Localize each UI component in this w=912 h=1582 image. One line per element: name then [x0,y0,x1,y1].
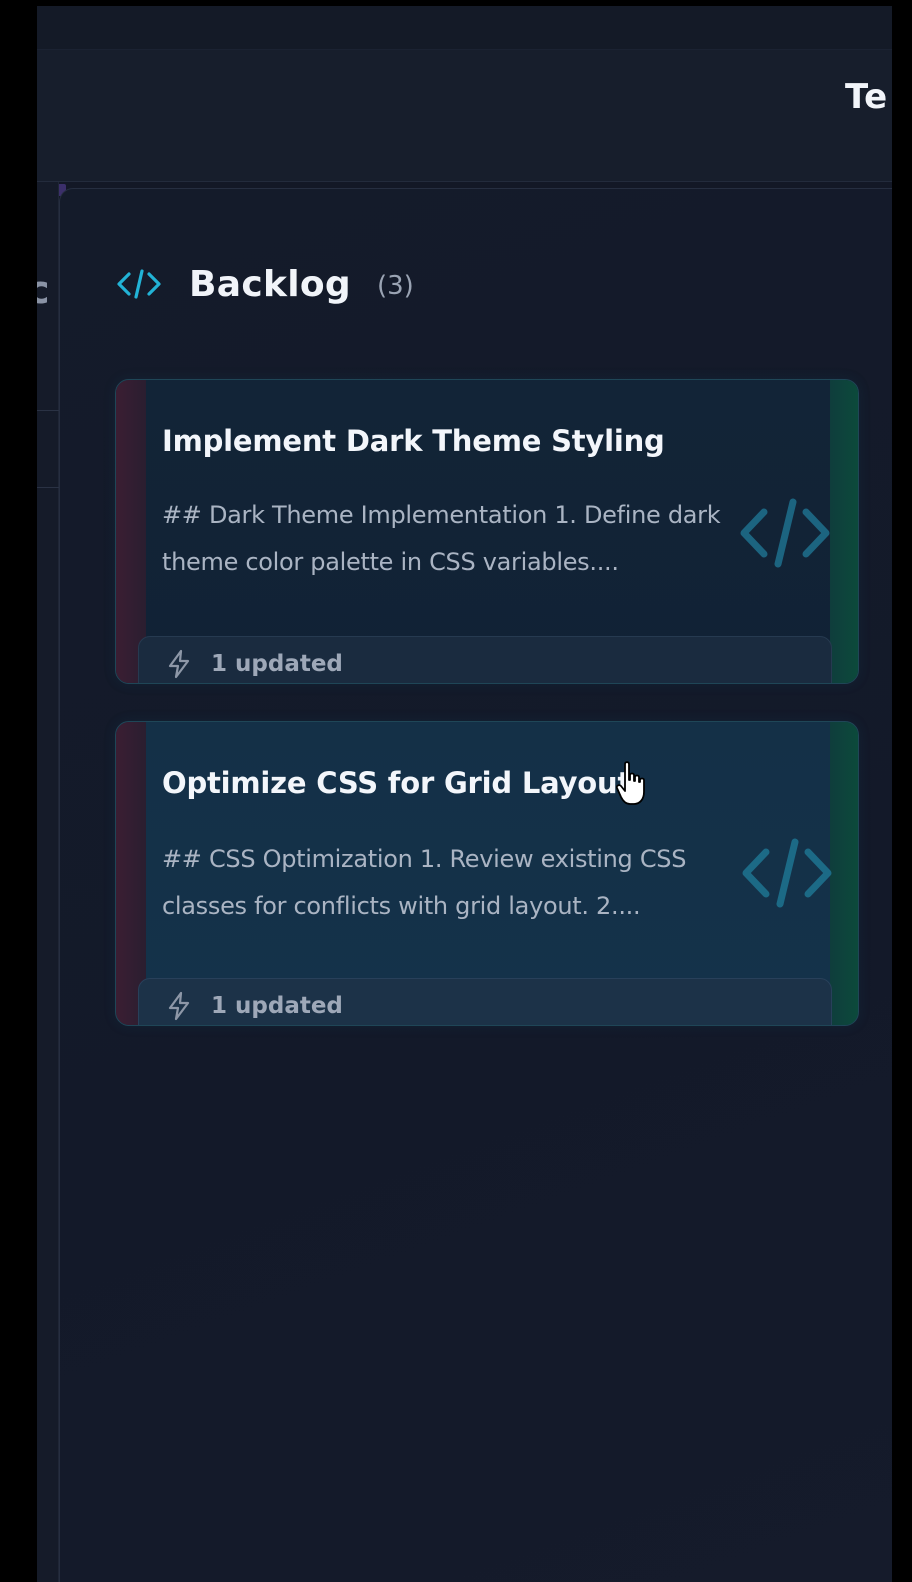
column-title: Backlog [189,263,351,305]
previous-column-edge[interactable]: c [37,182,59,1582]
page-title: Te [845,77,888,117]
card-description: ## Dark Theme Implementation 1. Define d… [162,501,721,576]
card-stripe-left [116,722,146,1025]
card-stripe-right [830,722,858,1025]
code-icon [740,498,830,568]
card-footer: 1 updated [138,636,832,683]
code-icon [742,838,832,908]
card-title: Optimize CSS for Grid Layout [162,766,632,800]
card-description: ## CSS Optimization 1. Review existing C… [162,845,687,920]
backlog-column: Backlog (3) Implement Dark Theme Styling… [59,188,892,1582]
column-count: (3) [376,271,414,301]
lightning-icon [168,991,190,1021]
column-header: Backlog (3) [115,259,414,309]
app-window: Te c Backlog (3) Implement Dark Theme St… [37,6,892,1582]
divider [37,487,59,488]
card-title: Implement Dark Theme Styling [162,424,665,458]
updated-count: 1 updated [211,993,343,1019]
header-bar: Te [37,50,892,182]
previous-column-title-fragment: c [37,268,50,312]
card-stripe-right [830,380,858,683]
updated-count: 1 updated [211,651,343,677]
divider [37,410,59,411]
card-stripe-left [116,380,146,683]
code-icon [117,269,161,299]
top-strip [37,6,892,50]
hand-pointer-icon [615,761,645,805]
task-card[interactable]: Optimize CSS for Grid Layout ## CSS Opti… [115,721,859,1026]
task-card[interactable]: Implement Dark Theme Styling ## Dark The… [115,379,859,684]
card-footer: 1 updated [138,978,832,1025]
lightning-icon [168,649,190,679]
